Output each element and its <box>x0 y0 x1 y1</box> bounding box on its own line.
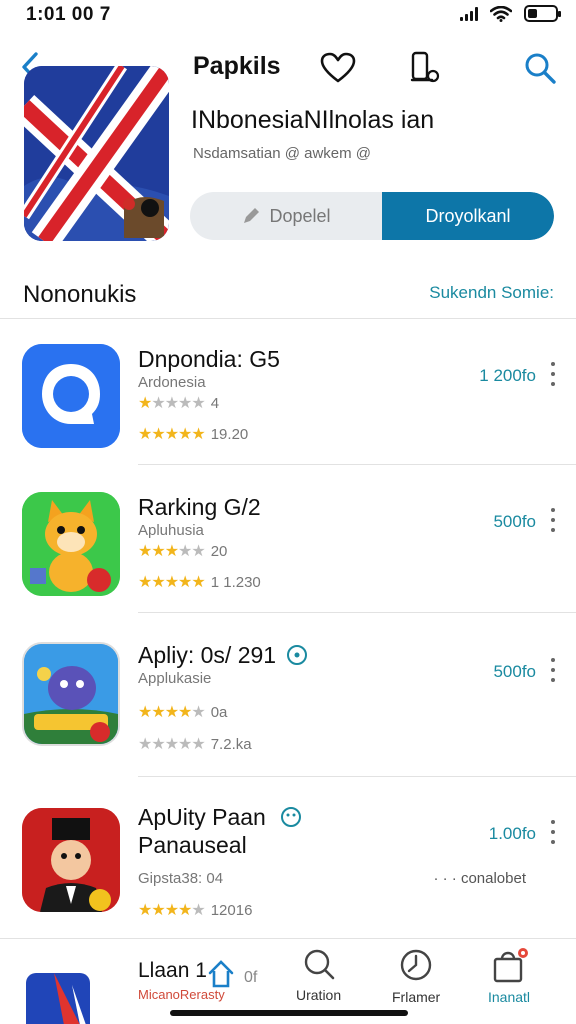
tab-badge-text: 0f <box>244 969 258 986</box>
small-rating: ★★★★★ 4 <box>138 395 220 412</box>
status-bar: 1:01 00 7 <box>0 0 576 30</box>
small-rating: ★★★★★ 20 <box>138 543 228 560</box>
app-name: ApUity Paan <box>138 804 302 831</box>
tab-updates[interactable]: Frlamer <box>392 947 440 1005</box>
featured-app-icon[interactable] <box>24 66 169 241</box>
divider <box>138 464 576 465</box>
battery-icon <box>524 5 561 22</box>
heart-icon <box>320 52 356 83</box>
more-options-icon[interactable] <box>550 362 556 386</box>
action-segment: Dopelel Droyolkanl <box>190 192 554 240</box>
list-item[interactable]: Dnpondia: G5 Ardonesia ★★★★★ 4 ★★★★★ 19.20… <box>0 344 576 464</box>
pencil-icon <box>244 208 260 223</box>
app-subtitle: INbonesiaNIlnolas ian <box>191 106 435 134</box>
app-meta: Nsdamsatian @ awkem @ <box>193 145 372 162</box>
status-icons <box>460 5 561 22</box>
tab-updates-label: Frlamer <box>392 989 441 1005</box>
app-icon <box>22 808 120 912</box>
search-icon <box>304 949 334 980</box>
app-name-text: ApUity Paan <box>138 804 266 830</box>
tab-featured-sub: MicanoRerasty <box>138 987 225 1002</box>
app-price[interactable]: 500fo <box>493 512 536 532</box>
search-icon <box>525 53 556 84</box>
search-button[interactable] <box>520 48 560 88</box>
review-count: 12016 <box>210 902 253 919</box>
list-item[interactable]: ApUity Paan Panauseal Gipsta38: 04 ★★★★★… <box>0 804 576 928</box>
more-info-text: · · · conalobet <box>433 870 526 887</box>
verified-badge-icon <box>281 807 302 827</box>
list-item[interactable]: Apliy: 0s/ 291 Applukasie ★★★★★ 0a ★★★★★ 7… <box>0 642 576 762</box>
rating-stars: ★★★★★ 19.20 <box>138 426 249 443</box>
review-count: 7.2.ka <box>210 736 252 753</box>
small-rating-value: 4 <box>210 395 220 412</box>
open-button-label: Dopelel <box>269 205 331 226</box>
download-button-label: Droyolkanl <box>425 205 511 226</box>
review-count: 19.20 <box>210 426 249 443</box>
share-button[interactable] <box>404 48 444 88</box>
app-name-text: Apliy: 0s/ 291 <box>138 642 277 668</box>
review-count: 1 1.230 <box>210 574 261 591</box>
app-category: Gipsta38: 04 <box>138 870 224 887</box>
verified-badge-icon <box>287 645 308 665</box>
app-category: Ardonesia <box>138 374 206 391</box>
app-icon <box>22 344 120 448</box>
divider <box>138 776 576 777</box>
tab-store-label: Inanatl <box>488 989 531 1005</box>
tab-search-label: Uration <box>296 987 342 1003</box>
page-title: Papkils <box>193 52 281 80</box>
app-price[interactable]: 500fo <box>493 662 536 682</box>
app-name: Apliy: 0s/ 291 <box>138 642 308 669</box>
rating-stars: ★★★★★ 1 1.230 <box>138 574 261 591</box>
app-name: Rarking G/2 <box>138 494 261 520</box>
home-icon[interactable] <box>206 959 236 989</box>
signal-icon <box>460 6 478 21</box>
rating-stars: ★★★★★ 7.2.ka <box>138 736 252 753</box>
app-category: Applukasie <box>138 670 212 687</box>
section-title: Nononukis <box>23 281 137 308</box>
app-icon <box>22 492 120 596</box>
home-indicator <box>170 1010 408 1016</box>
favorite-button[interactable] <box>318 48 358 88</box>
wifi-icon <box>490 5 512 22</box>
divider <box>138 612 576 613</box>
tab-featured-label: Llaan 1 <box>138 959 207 982</box>
app-name-line2: Panauseal <box>138 832 247 858</box>
app-name: Dnpondia: G5 <box>138 346 280 372</box>
more-options-icon[interactable] <box>550 658 556 682</box>
small-rating-value: 0a <box>210 704 228 721</box>
device-share-icon <box>410 51 440 83</box>
clock-icon <box>400 949 432 981</box>
more-options-icon[interactable] <box>550 508 556 532</box>
download-button[interactable]: Droyolkanl <box>382 192 554 240</box>
see-all-link[interactable]: Sukendn Somie: <box>429 283 554 303</box>
app-price[interactable]: 1 200fo <box>479 366 536 386</box>
rating-stars: ★★★★★ 12016 <box>138 902 253 919</box>
shopping-bag-icon <box>493 948 529 983</box>
app-icon <box>22 642 120 746</box>
open-button[interactable]: Dopelel <box>190 192 382 240</box>
app-thumbnail-icon <box>26 973 90 1024</box>
list-item[interactable]: Rarking G/2 Apluhusia ★★★★★ 20 ★★★★★ 1 1.2… <box>0 492 576 612</box>
status-time: 1:01 00 7 <box>26 4 111 25</box>
divider <box>0 318 576 319</box>
tab-search[interactable]: Uration <box>296 947 341 1003</box>
small-rating-value: 20 <box>210 543 228 560</box>
app-category: Apluhusia <box>138 522 204 539</box>
small-rating: ★★★★★ 0a <box>138 704 228 721</box>
more-options-icon[interactable] <box>550 820 556 844</box>
app-price[interactable]: 1.00fo <box>489 824 536 844</box>
tab-store[interactable]: Inanatl <box>488 947 530 1005</box>
